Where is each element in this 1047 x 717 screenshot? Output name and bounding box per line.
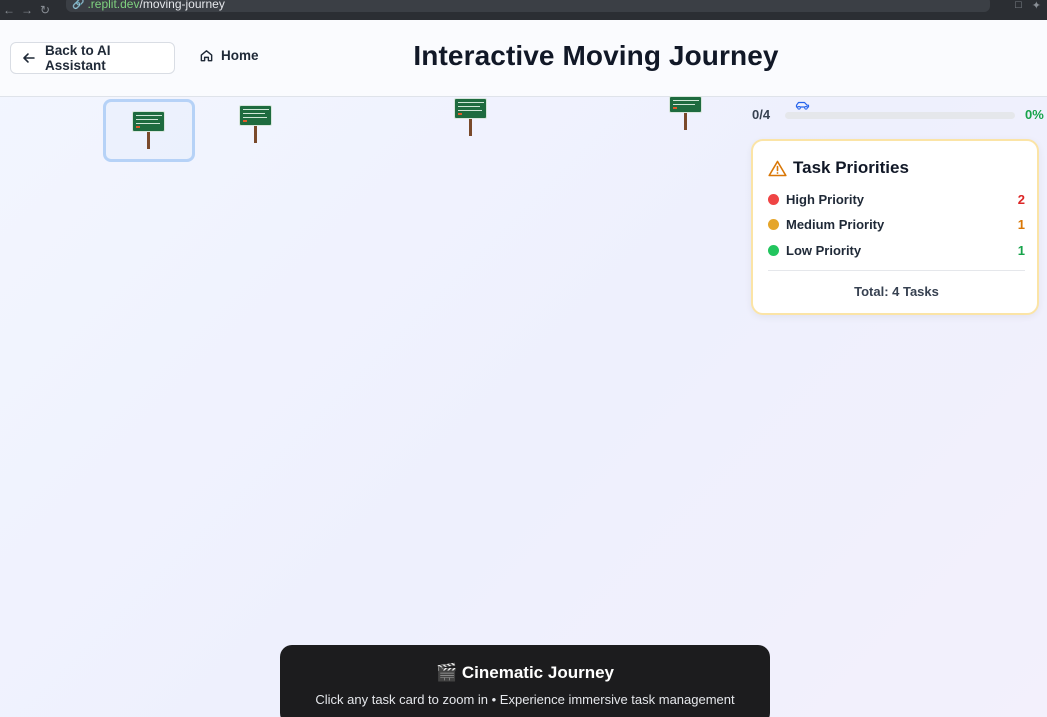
progress-bar [785, 112, 1015, 119]
arrow-left-icon[interactable]: ← [0, 3, 18, 17]
cinematic-journey-panel: 🎬 Cinematic Journey Click any task card … [280, 645, 770, 717]
priority-row-high: High Priority 2 [768, 192, 1025, 207]
priorities-total: Total: 4 Tasks [854, 284, 939, 299]
url-path: /moving-journey [139, 0, 225, 11]
address-bar[interactable]: 🔗 .replit.dev /moving-journey [66, 0, 990, 12]
browser-bar: ← → ↻ 🔗 .replit.dev /moving-journey □ ✦ [0, 0, 1047, 20]
tools-icon[interactable]: ✦ [1032, 0, 1041, 12]
priority-label: Medium Priority [786, 217, 885, 232]
priorities-divider [768, 270, 1025, 271]
cinematic-subtitle: Click any task card to zoom in • Experie… [315, 692, 735, 707]
app-header: Back to AI Assistant Home Interactive Mo… [0, 20, 1047, 97]
task-sign-2[interactable] [239, 105, 273, 143]
page-title: Interactive Moving Journey [413, 40, 779, 71]
priority-row-low: Low Priority 1 [768, 243, 1025, 258]
arrow-right-icon[interactable]: → [18, 3, 36, 17]
task-priorities-card: Task Priorities High Priority 2 Medium P… [751, 139, 1039, 315]
progress-percent: 0% [1025, 107, 1044, 122]
url-host: .replit.dev [87, 0, 140, 11]
priority-count: 1 [1017, 243, 1025, 258]
cast-icon[interactable]: □ [1015, 0, 1022, 12]
high-priority-dot [768, 194, 779, 205]
warning-icon [768, 160, 787, 176]
link-icon: 🔗 [72, 0, 85, 10]
task-sign-1[interactable] [132, 111, 166, 149]
priority-label: Low Priority [786, 243, 862, 258]
medium-priority-dot [768, 219, 779, 230]
priority-label: High Priority [786, 192, 865, 207]
task-sign-3[interactable] [454, 98, 488, 136]
reload-icon[interactable]: ↻ [36, 3, 54, 17]
progress-count: 0/4 [752, 107, 771, 122]
priorities-title: Task Priorities [793, 158, 909, 177]
priority-count: 1 [1017, 217, 1025, 232]
cinematic-title: 🎬 Cinematic Journey [436, 663, 614, 682]
priority-row-medium: Medium Priority 1 [768, 217, 1025, 232]
task-sign-4[interactable] [669, 96, 703, 130]
priority-count: 2 [1017, 192, 1025, 207]
car-icon [795, 101, 810, 110]
low-priority-dot [768, 245, 779, 256]
